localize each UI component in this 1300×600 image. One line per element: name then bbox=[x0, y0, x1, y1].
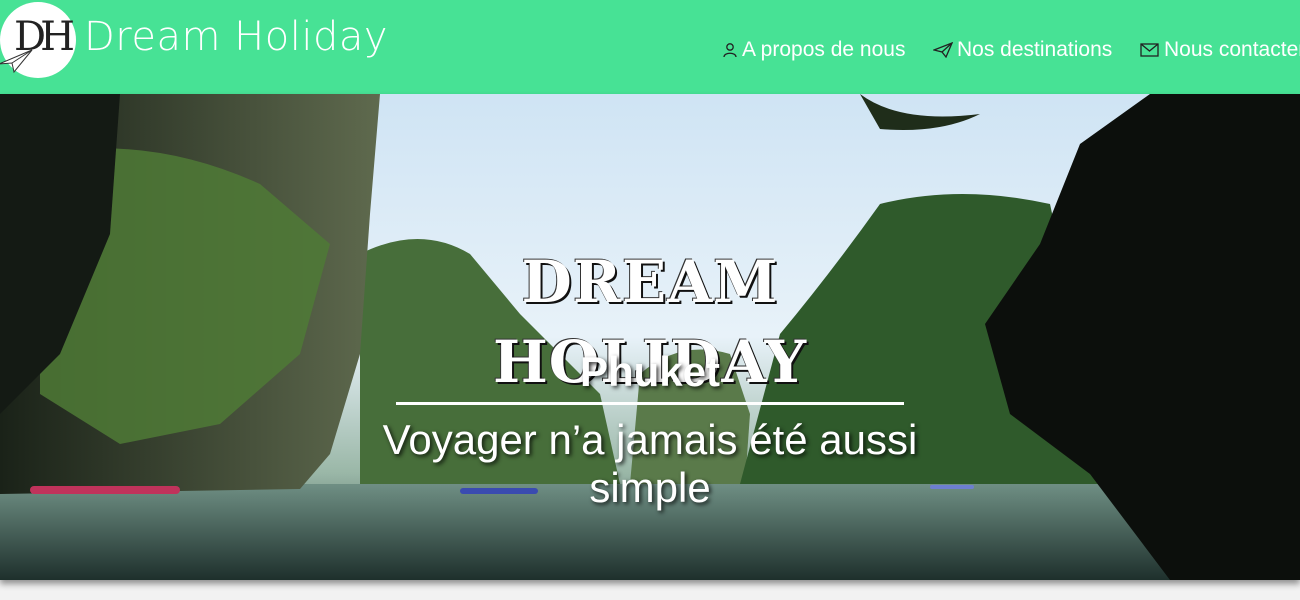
paper-plane-icon bbox=[933, 42, 953, 58]
site-header: DH Dream Holiday A propos de nous Nos de… bbox=[0, 0, 1300, 94]
hero-banner: DREAM HOLIDAY Phuket Voyager n’a jamais … bbox=[0, 94, 1300, 580]
brand-name[interactable]: Dream Holiday bbox=[84, 14, 388, 60]
hero-tagline: Voyager n’a jamais été aussi simple bbox=[382, 416, 918, 511]
nav-link-label: A propos de nous bbox=[742, 38, 906, 61]
paper-plane-logo-icon bbox=[0, 49, 33, 74]
user-icon bbox=[723, 43, 737, 58]
hero-city: Phuket bbox=[579, 348, 721, 395]
nav-link-destinations[interactable]: Nos destinations bbox=[933, 35, 1112, 65]
nav-link-label: Nous contacter bbox=[1164, 38, 1300, 61]
nav-link-label: Nos destinations bbox=[957, 38, 1113, 61]
nav-link-contact[interactable]: Nous contacter bbox=[1140, 35, 1300, 65]
nav-link-about[interactable]: A propos de nous bbox=[722, 35, 905, 65]
envelope-icon bbox=[1140, 43, 1159, 57]
logo[interactable]: DH bbox=[0, 2, 76, 78]
